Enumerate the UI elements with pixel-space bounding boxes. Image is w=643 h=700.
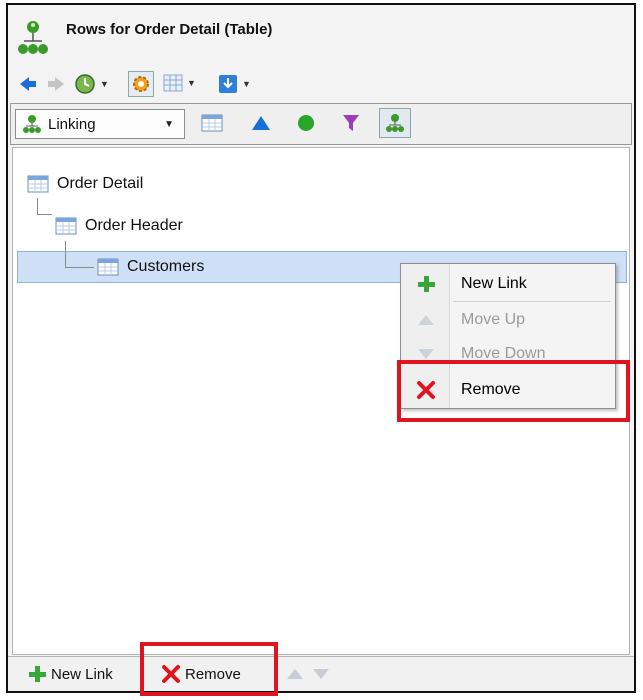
table-icon bbox=[27, 175, 49, 193]
chevron-down-icon: ▼ bbox=[100, 79, 109, 89]
context-menu-new-link[interactable]: New Link bbox=[401, 268, 615, 300]
triangle-up-icon bbox=[415, 309, 437, 331]
table-view-button[interactable] bbox=[201, 114, 223, 132]
back-icon bbox=[20, 77, 36, 91]
context-menu-separator bbox=[453, 301, 611, 302]
linking-icon bbox=[23, 115, 41, 133]
tree-item-label: Order Header bbox=[85, 217, 183, 234]
sort-button[interactable] bbox=[251, 114, 271, 132]
tree-connector bbox=[37, 198, 52, 215]
context-menu-label: New Link bbox=[461, 275, 527, 292]
tree-item-label: Customers bbox=[127, 258, 205, 275]
view-select[interactable]: Linking ▼ bbox=[15, 109, 185, 139]
context-menu-label: Move Up bbox=[461, 311, 526, 328]
new-link-button[interactable]: New Link bbox=[26, 661, 113, 687]
chevron-down-icon: ▼ bbox=[187, 78, 196, 88]
table-icon bbox=[201, 114, 223, 132]
table-icon bbox=[97, 258, 119, 276]
view-select-value: Linking bbox=[48, 115, 96, 133]
back-button[interactable] bbox=[18, 74, 38, 94]
title-bar: Rows for Order Detail (Table) bbox=[8, 5, 634, 67]
grid-icon bbox=[163, 74, 183, 92]
tree-connector bbox=[65, 241, 94, 268]
triangle-down-icon bbox=[313, 669, 329, 679]
move-up-button[interactable] bbox=[286, 661, 304, 687]
highlight-remove-menu bbox=[397, 360, 630, 422]
export-button[interactable]: ▼ bbox=[218, 74, 251, 94]
green-circle-icon bbox=[298, 115, 314, 131]
linking-view-button[interactable] bbox=[379, 108, 411, 138]
plus-icon bbox=[26, 663, 48, 685]
linking-tree-icon bbox=[386, 114, 404, 132]
triangle-up-icon bbox=[252, 116, 270, 130]
plus-icon bbox=[415, 273, 437, 295]
forward-icon bbox=[48, 77, 64, 91]
settings-icon bbox=[133, 76, 149, 92]
clock-icon bbox=[75, 74, 95, 94]
new-link-label: New Link bbox=[51, 665, 113, 683]
history-button[interactable]: ▼ bbox=[74, 73, 109, 95]
chevron-down-icon: ▼ bbox=[164, 119, 174, 130]
context-menu-move-up[interactable]: Move Up bbox=[401, 304, 615, 336]
tree-item-order-detail[interactable]: Order Detail bbox=[27, 169, 143, 199]
highlight-remove-button bbox=[140, 642, 278, 696]
window-title: Rows for Order Detail (Table) bbox=[66, 21, 273, 38]
grid-view-button[interactable]: ▼ bbox=[163, 74, 196, 92]
settings-button[interactable] bbox=[128, 71, 154, 97]
main-toolbar: ▼ ▼ ▼ bbox=[8, 68, 634, 102]
filter-button[interactable] bbox=[341, 113, 361, 133]
filter-icon bbox=[343, 115, 359, 131]
tree-item-order-header[interactable]: Order Header bbox=[55, 211, 183, 241]
table-icon bbox=[55, 217, 77, 235]
bottom-toolbar: New Link Remove bbox=[8, 656, 634, 691]
view-toolbar: Linking ▼ bbox=[10, 103, 632, 145]
status-button[interactable] bbox=[296, 113, 316, 133]
move-down-button[interactable] bbox=[312, 661, 330, 687]
tree-item-customers[interactable]: Customers bbox=[97, 252, 204, 282]
forward-button[interactable] bbox=[46, 74, 66, 94]
triangle-up-icon bbox=[287, 669, 303, 679]
chevron-down-icon: ▼ bbox=[242, 79, 251, 89]
export-icon bbox=[219, 75, 237, 93]
tree-item-label: Order Detail bbox=[57, 175, 144, 192]
linking-tree-icon bbox=[18, 21, 48, 54]
